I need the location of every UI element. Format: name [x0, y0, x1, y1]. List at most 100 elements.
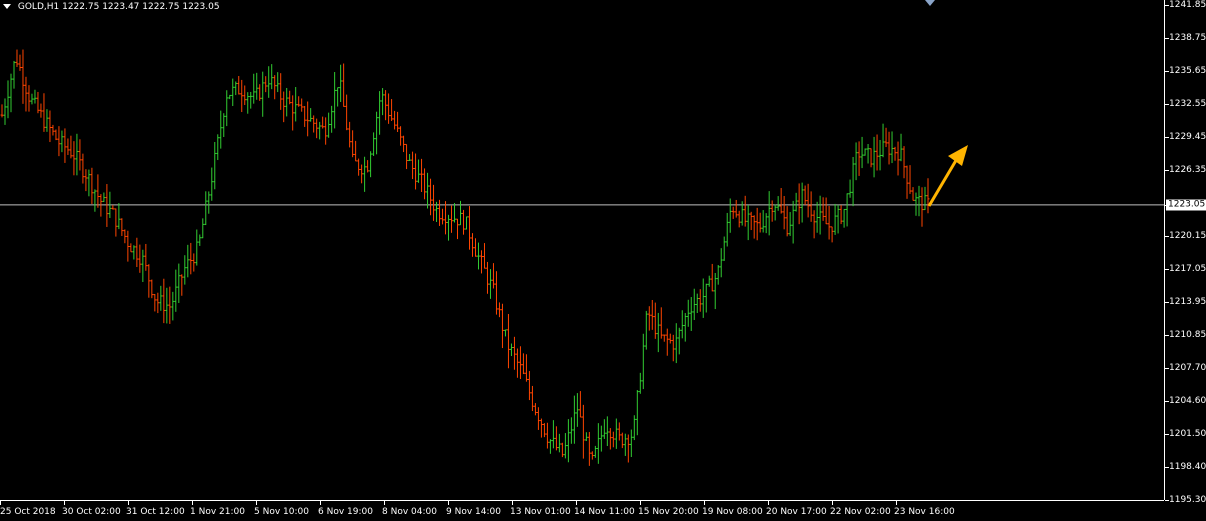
ohlc-bar	[485, 261, 489, 294]
ohlc-bar	[270, 64, 274, 90]
x-tick-label: 31 Oct 12:00	[126, 507, 185, 517]
ohlc-bar	[512, 336, 516, 370]
ohlc-bar	[240, 79, 244, 113]
ohlc-bar	[479, 250, 483, 274]
ohlc-bar	[78, 139, 82, 171]
x-tick-mark	[128, 501, 129, 505]
ohlc-bar	[408, 153, 412, 162]
ohlc-bar	[686, 299, 690, 327]
ohlc-bar	[578, 391, 582, 418]
ohlc-bar	[453, 203, 457, 223]
x-tick-mark	[512, 501, 513, 505]
ohlc-bar	[464, 216, 468, 230]
ohlc-bar	[198, 234, 202, 246]
ohlc-bar	[252, 73, 256, 104]
ohlc-bar	[494, 271, 498, 315]
y-tick-label: 1238.75	[1169, 32, 1206, 43]
ohlc-bar	[63, 128, 67, 163]
x-tick-mark	[896, 501, 897, 505]
chart-plot-area[interactable]: GOLD,H1 1222.75 1223.47 1222.75 1223.05	[0, 0, 1164, 500]
ohlc-bar	[872, 136, 876, 178]
ohlc-bar	[141, 249, 145, 282]
ohlc-bar	[9, 73, 13, 113]
ohlc-bar	[360, 164, 364, 184]
ohlc-bar	[734, 199, 738, 218]
ohlc-bar	[491, 263, 495, 289]
ohlc-bar	[234, 81, 238, 96]
ohlc-bar	[282, 91, 286, 123]
ohlc-bar	[324, 117, 328, 145]
ohlc-bar	[758, 212, 762, 233]
ohlc-bar	[72, 141, 76, 176]
ohlc-bar	[869, 148, 873, 168]
ohlc-bar	[515, 348, 519, 378]
ohlc-bar	[920, 187, 924, 227]
ohlc-bar	[258, 84, 262, 101]
ohlc-bar	[659, 307, 663, 339]
ohlc-bar	[614, 418, 618, 449]
ohlc-bar	[833, 203, 837, 235]
ohlc-bar	[557, 433, 561, 453]
ohlc-bar	[138, 244, 142, 273]
ohlc-bar	[761, 210, 765, 233]
y-tick-label: 1241.85	[1169, 0, 1206, 10]
x-tick-label: 25 Oct 2018	[0, 507, 56, 517]
y-tick-label: 1213.95	[1169, 296, 1206, 307]
ohlc-bar	[87, 169, 91, 197]
up-arrow-icon	[927, 145, 968, 207]
y-tick-label: 1198.40	[1169, 462, 1206, 473]
ohlc-bar	[267, 66, 271, 98]
ohlc-bar	[123, 229, 127, 244]
ohlc-bar	[488, 269, 492, 299]
ohlc-bar	[827, 205, 831, 240]
ohlc-bar	[207, 191, 211, 214]
ohlc-bar	[917, 185, 921, 217]
ohlc-bar	[303, 105, 307, 127]
ohlc-bar	[785, 206, 789, 237]
ohlc-bar	[75, 133, 79, 176]
x-tick-mark	[832, 501, 833, 505]
ohlc-bar	[848, 179, 852, 198]
ohlc-bar	[33, 89, 37, 104]
ohlc-bar	[626, 434, 630, 463]
ohlc-bar	[605, 416, 609, 447]
ohlc-bar	[51, 124, 55, 136]
ohlc-bar	[387, 93, 391, 124]
ohlc-bar	[482, 243, 486, 269]
ohlc-bar	[815, 201, 819, 233]
shift-marker-icon[interactable]	[925, 0, 935, 6]
ohlc-bar	[330, 105, 334, 133]
ohlc-bar	[506, 313, 510, 369]
ohlc-bar	[620, 432, 624, 449]
ohlc-bar	[752, 215, 756, 239]
ohlc-bar	[375, 111, 379, 155]
ohlc-bar	[156, 292, 160, 314]
ohlc-bar	[668, 333, 672, 344]
ohlc-bar	[411, 151, 415, 180]
ohlc-bar	[842, 208, 846, 228]
ohlc-bar	[120, 218, 124, 236]
ohlc-bar	[800, 182, 804, 223]
ohlc-bar	[539, 418, 543, 438]
ohlc-bar	[725, 212, 729, 247]
ohlc-bar	[905, 165, 909, 199]
ohlc-bar	[674, 323, 678, 364]
ohlc-bar	[473, 238, 477, 257]
ohlc-bar	[144, 243, 148, 271]
ohlc-bar	[914, 192, 918, 216]
ohlc-bar	[210, 167, 214, 201]
ohlc-bar	[536, 407, 540, 430]
ohlc-bar	[3, 98, 7, 125]
ohlc-bar	[863, 148, 867, 156]
ohlc-bar	[569, 417, 573, 444]
ohlc-bar	[21, 49, 25, 104]
ohlc-bar	[204, 191, 208, 226]
ohlc-bar	[24, 76, 28, 112]
ohlc-bar	[462, 209, 466, 235]
ohlc-bar	[165, 287, 169, 324]
ohlc-bar	[566, 419, 570, 463]
ohlc-bar	[467, 206, 471, 250]
ohlc-bar	[6, 80, 10, 119]
ohlc-bar	[153, 294, 157, 312]
ohlc-bar	[81, 153, 85, 184]
